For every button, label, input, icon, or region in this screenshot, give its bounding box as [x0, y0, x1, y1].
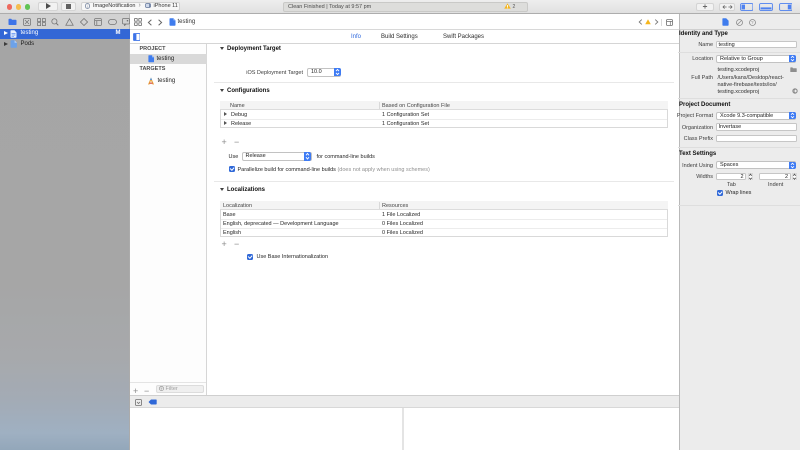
svg-text:?: ?	[751, 20, 754, 25]
